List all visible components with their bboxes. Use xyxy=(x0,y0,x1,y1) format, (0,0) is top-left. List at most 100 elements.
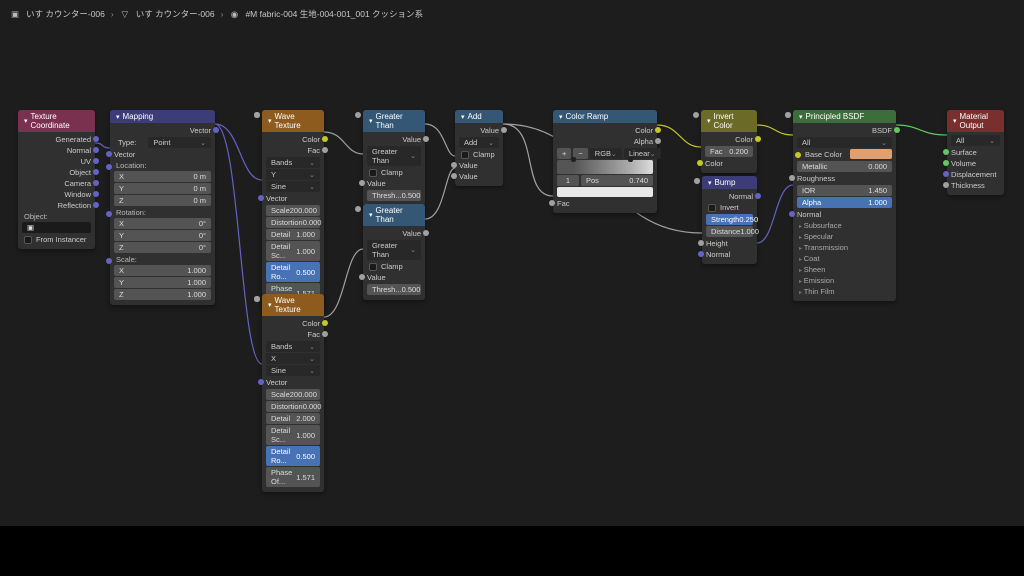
breadcrumb-item-2[interactable]: いす カウンター-006 xyxy=(136,8,215,20)
type-dropdown[interactable]: Point xyxy=(148,137,211,148)
loc-x-field[interactable]: X0 m xyxy=(114,171,211,182)
op-dropdown[interactable]: Greater Than xyxy=(367,240,421,260)
loc-y-field[interactable]: Y0 m xyxy=(114,183,211,194)
basecolor-swatch[interactable] xyxy=(850,149,893,159)
collapse-icon[interactable]: ▾ xyxy=(369,117,373,125)
phase-field[interactable]: Phase Of...1.571 xyxy=(266,467,320,487)
checkbox[interactable] xyxy=(369,263,377,271)
node-header[interactable]: ▾Texture Coordinate xyxy=(18,110,95,132)
breadcrumb-item-1[interactable]: いす カウンター-006 xyxy=(26,8,105,20)
rot-z-field[interactable]: Z0° xyxy=(114,242,211,253)
detail-roughness-field[interactable]: Detail Ro...0.500 xyxy=(266,446,320,466)
threshold-field[interactable]: Thresh...0.500 xyxy=(367,284,421,295)
threshold-field[interactable]: Thresh...0.500 xyxy=(367,190,421,201)
ramp-color-swatch[interactable] xyxy=(557,187,653,197)
node-color-ramp[interactable]: ▾Color Ramp Color Alpha + − RGB Linear 1… xyxy=(553,110,657,213)
distortion-field[interactable]: Distortion0.000 xyxy=(266,217,320,228)
breadcrumb-item-3[interactable]: #M fabric-004 生地-004-001_001 クッション系 xyxy=(245,8,423,20)
object-picker[interactable]: ▣ xyxy=(22,222,91,233)
collapse-icon[interactable]: ▾ xyxy=(799,113,803,121)
node-header[interactable]: ▾Principled BSDF xyxy=(793,110,896,123)
node-wave-texture-1[interactable]: ▾Wave Texture Color Fac Bands Y Sine Vec… xyxy=(262,110,324,308)
strength-field[interactable]: Strength0.250 xyxy=(706,214,753,225)
ramp-add-button[interactable]: + xyxy=(557,148,571,159)
scale-field[interactable]: Scale200.000 xyxy=(266,205,320,216)
group-emission[interactable]: Emission xyxy=(793,275,896,286)
distance-field[interactable]: Distance1.000 xyxy=(706,226,753,237)
profile-dropdown[interactable]: Sine xyxy=(266,365,320,376)
detail-roughness-field[interactable]: Detail Ro...0.500 xyxy=(266,262,320,282)
detail-scale-field[interactable]: Detail Sc...1.000 xyxy=(266,241,320,261)
ramp-gradient[interactable] xyxy=(557,160,653,174)
node-header[interactable]: ▾Wave Texture xyxy=(262,294,324,316)
ramp-index-field[interactable]: 1 xyxy=(557,175,579,186)
profile-dropdown[interactable]: Sine xyxy=(266,181,320,192)
group-thinfilm[interactable]: Thin Film xyxy=(793,286,896,297)
rot-y-field[interactable]: Y0° xyxy=(114,230,211,241)
checkbox[interactable] xyxy=(24,236,32,244)
node-invert-color[interactable]: ▾Invert Color Color Fac0.200 Color xyxy=(701,110,757,173)
dir-dropdown[interactable]: X xyxy=(266,353,320,364)
node-greater-than-2[interactable]: ▾Greater Than Value Greater Than Clamp V… xyxy=(363,204,425,300)
collapse-icon[interactable]: ▾ xyxy=(268,117,272,125)
op-dropdown[interactable]: Add xyxy=(459,137,499,148)
op-dropdown[interactable]: Greater Than xyxy=(367,146,421,166)
metallic-field[interactable]: Metallic0.000 xyxy=(797,161,892,172)
distortion-field[interactable]: Distortion0.000 xyxy=(266,401,320,412)
node-header[interactable]: ▾Invert Color xyxy=(701,110,757,132)
checkbox[interactable] xyxy=(369,169,377,177)
ramp-stop[interactable] xyxy=(628,157,633,162)
ramp-stop[interactable] xyxy=(571,157,576,162)
node-header[interactable]: ▾Material Output xyxy=(947,110,1004,132)
node-greater-than-1[interactable]: ▾Greater Than Value Greater Than Clamp V… xyxy=(363,110,425,206)
ramp-pos-field[interactable]: Pos0.740 xyxy=(581,175,653,186)
collapse-icon[interactable]: ▾ xyxy=(953,117,957,125)
collapse-icon[interactable]: ▾ xyxy=(116,113,120,121)
node-header[interactable]: ▾Bump xyxy=(702,176,757,189)
collapse-icon[interactable]: ▾ xyxy=(369,211,373,219)
rot-x-field[interactable]: X0° xyxy=(114,218,211,229)
group-coat[interactable]: Coat xyxy=(793,253,896,264)
node-header[interactable]: ▾Greater Than xyxy=(363,204,425,226)
detail-field[interactable]: Detail1.000 xyxy=(266,229,320,240)
loc-z-field[interactable]: Z0 m xyxy=(114,195,211,206)
collapse-icon[interactable]: ▾ xyxy=(461,113,465,121)
node-header[interactable]: ▾Add xyxy=(455,110,503,123)
node-principled-bsdf[interactable]: ▾Principled BSDF BSDF All Base Color Met… xyxy=(793,110,896,301)
scale-x-field[interactable]: X1.000 xyxy=(114,265,211,276)
node-bump[interactable]: ▾Bump Normal Invert Strength0.250 Distan… xyxy=(702,176,757,264)
group-sheen[interactable]: Sheen xyxy=(793,264,896,275)
node-texture-coordinate[interactable]: ▾Texture Coordinate Generated Normal UV … xyxy=(18,110,95,249)
group-subsurface[interactable]: Subsurface xyxy=(793,220,896,231)
node-header[interactable]: ▾Wave Texture xyxy=(262,110,324,132)
node-canvas[interactable]: ▾Texture Coordinate Generated Normal UV … xyxy=(0,28,1024,576)
collapse-icon[interactable]: ▾ xyxy=(707,117,711,125)
collapse-icon[interactable]: ▾ xyxy=(559,113,563,121)
target-dropdown[interactable]: All xyxy=(951,135,1000,146)
bands-dropdown[interactable]: Bands xyxy=(266,341,320,352)
ramp-mode-dropdown[interactable]: RGB xyxy=(590,148,622,159)
alpha-field[interactable]: Alpha1.000 xyxy=(797,197,892,208)
checkbox[interactable] xyxy=(708,204,716,212)
node-wave-texture-2[interactable]: ▾Wave Texture Color Fac Bands X Sine Vec… xyxy=(262,294,324,492)
node-header[interactable]: ▾Color Ramp xyxy=(553,110,657,123)
distribution-dropdown[interactable]: All xyxy=(797,137,892,148)
scale-y-field[interactable]: Y1.000 xyxy=(114,277,211,288)
ior-field[interactable]: IOR1.450 xyxy=(797,185,892,196)
node-header[interactable]: ▾Mapping xyxy=(110,110,215,123)
scale-z-field[interactable]: Z1.000 xyxy=(114,289,211,300)
node-mapping[interactable]: ▾Mapping Vector Type:Point Vector Locati… xyxy=(110,110,215,305)
detail-field[interactable]: Detail2.000 xyxy=(266,413,320,424)
bands-dropdown[interactable]: Bands xyxy=(266,157,320,168)
node-material-output[interactable]: ▾Material Output All Surface Volume Disp… xyxy=(947,110,1004,195)
collapse-icon[interactable]: ▾ xyxy=(708,179,712,187)
collapse-icon[interactable]: ▾ xyxy=(268,301,272,309)
checkbox[interactable] xyxy=(461,151,469,159)
node-add[interactable]: ▾Add Value Add Clamp Value Value xyxy=(455,110,503,186)
scale-field[interactable]: Scale200.000 xyxy=(266,389,320,400)
collapse-icon[interactable]: ▾ xyxy=(24,117,28,125)
node-header[interactable]: ▾Greater Than xyxy=(363,110,425,132)
detail-scale-field[interactable]: Detail Sc...1.000 xyxy=(266,425,320,445)
group-specular[interactable]: Specular xyxy=(793,231,896,242)
group-transmission[interactable]: Transmission xyxy=(793,242,896,253)
